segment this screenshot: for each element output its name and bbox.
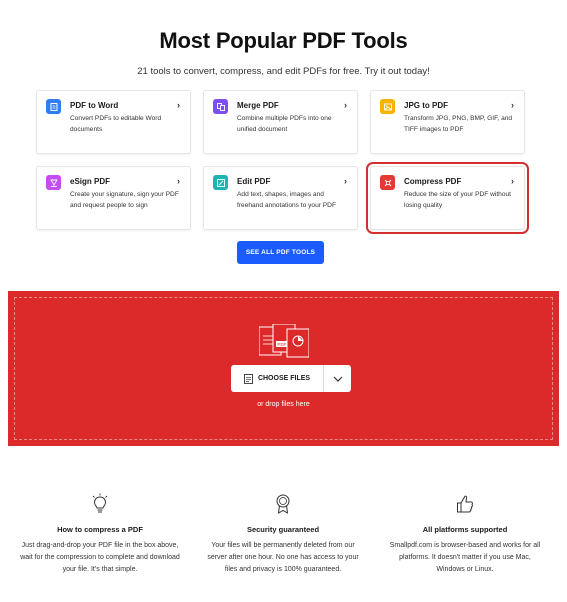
tool-name: PDF to Word: [70, 101, 119, 110]
chevron-right-icon: ›: [344, 176, 347, 186]
tool-name: Edit PDF: [237, 177, 271, 186]
word-icon: [46, 99, 61, 114]
tool-name: JPG to PDF: [404, 101, 449, 110]
tool-card-compress-pdf[interactable]: Compress PDF Reduce the size of your PDF…: [366, 162, 529, 234]
chevron-right-icon: ›: [511, 100, 514, 110]
tool-desc: Add text, shapes, images and freehand an…: [237, 191, 336, 209]
tool-card-edit-pdf[interactable]: Edit PDF Add text, shapes, images and fr…: [203, 166, 358, 230]
feature-body: Your files will be permanently deleted f…: [207, 542, 359, 573]
tool-desc: Convert PDFs to editable Word documents: [70, 115, 162, 133]
lightbulb-icon: [92, 493, 108, 513]
chevron-right-icon: ›: [511, 176, 514, 186]
file-icon: [243, 373, 253, 384]
choose-files-button[interactable]: CHOOSE FILES: [231, 365, 324, 392]
feature-body: Smallpdf.com is browser-based and works …: [389, 542, 541, 573]
feature-body: Just drag-and-drop your PDF file in the …: [20, 542, 180, 573]
tool-desc: Combine multiple PDFs into one unified d…: [237, 115, 332, 133]
pdf-files-illustration-icon: PDF: [259, 324, 309, 358]
chevron-right-icon: ›: [344, 100, 347, 110]
choose-files-control: CHOOSE FILES: [231, 365, 351, 392]
tool-desc: Reduce the size of your PDF without losi…: [404, 191, 512, 209]
image-icon: [380, 99, 395, 114]
thumbs-up-icon: [457, 495, 473, 513]
compress-icon: [380, 175, 395, 190]
merge-icon: [213, 99, 228, 114]
feature-platforms: All platforms supported Smallpdf.com is …: [385, 493, 545, 576]
see-all-tools-button[interactable]: SEE ALL PDF TOOLS: [237, 241, 324, 264]
svg-text:PDF: PDF: [278, 342, 287, 347]
tool-card-merge-pdf[interactable]: Merge PDF Combine multiple PDFs into one…: [203, 90, 358, 154]
sign-icon: [46, 175, 61, 190]
file-dropzone[interactable]: PDF CHOOSE FILES or drop files here: [8, 291, 559, 446]
feature-how-to: How to compress a PDF Just drag-and-drop…: [20, 493, 180, 576]
upload-source-dropdown[interactable]: [324, 365, 351, 392]
tool-desc: Create your signature, sign your PDF and…: [70, 191, 179, 209]
chevron-right-icon: ›: [177, 176, 180, 186]
feature-title: Security guaranteed: [246, 525, 320, 534]
feature-title: How to compress a PDF: [57, 525, 143, 534]
tool-name: Merge PDF: [237, 101, 279, 110]
drop-hint: or drop files here: [257, 401, 310, 408]
tool-card-jpg-to-pdf[interactable]: JPG to PDF Transform JPG, PNG, BMP, GIF,…: [370, 90, 525, 154]
chevron-right-icon: ›: [177, 100, 180, 110]
choose-files-label: CHOOSE FILES: [257, 375, 311, 382]
page-subtitle: 21 tools to convert, compress, and edit …: [137, 66, 430, 77]
award-icon: [276, 494, 290, 514]
chevron-down-icon: [333, 376, 342, 382]
tool-card-pdf-to-word[interactable]: PDF to Word Convert PDFs to editable Wor…: [36, 90, 191, 154]
feature-security: Security guaranteed Your files will be p…: [203, 493, 363, 576]
tool-card-esign-pdf[interactable]: eSign PDF Create your signature, sign yo…: [36, 166, 191, 230]
feature-title: All platforms supported: [422, 525, 508, 534]
tool-name: Compress PDF: [404, 177, 462, 186]
page-title: Most Popular PDF Tools: [159, 28, 408, 53]
edit-icon: [213, 175, 228, 190]
tool-desc: Transform JPG, PNG, BMP, GIF, and TIFF i…: [404, 115, 513, 133]
tool-name: eSign PDF: [70, 177, 111, 186]
